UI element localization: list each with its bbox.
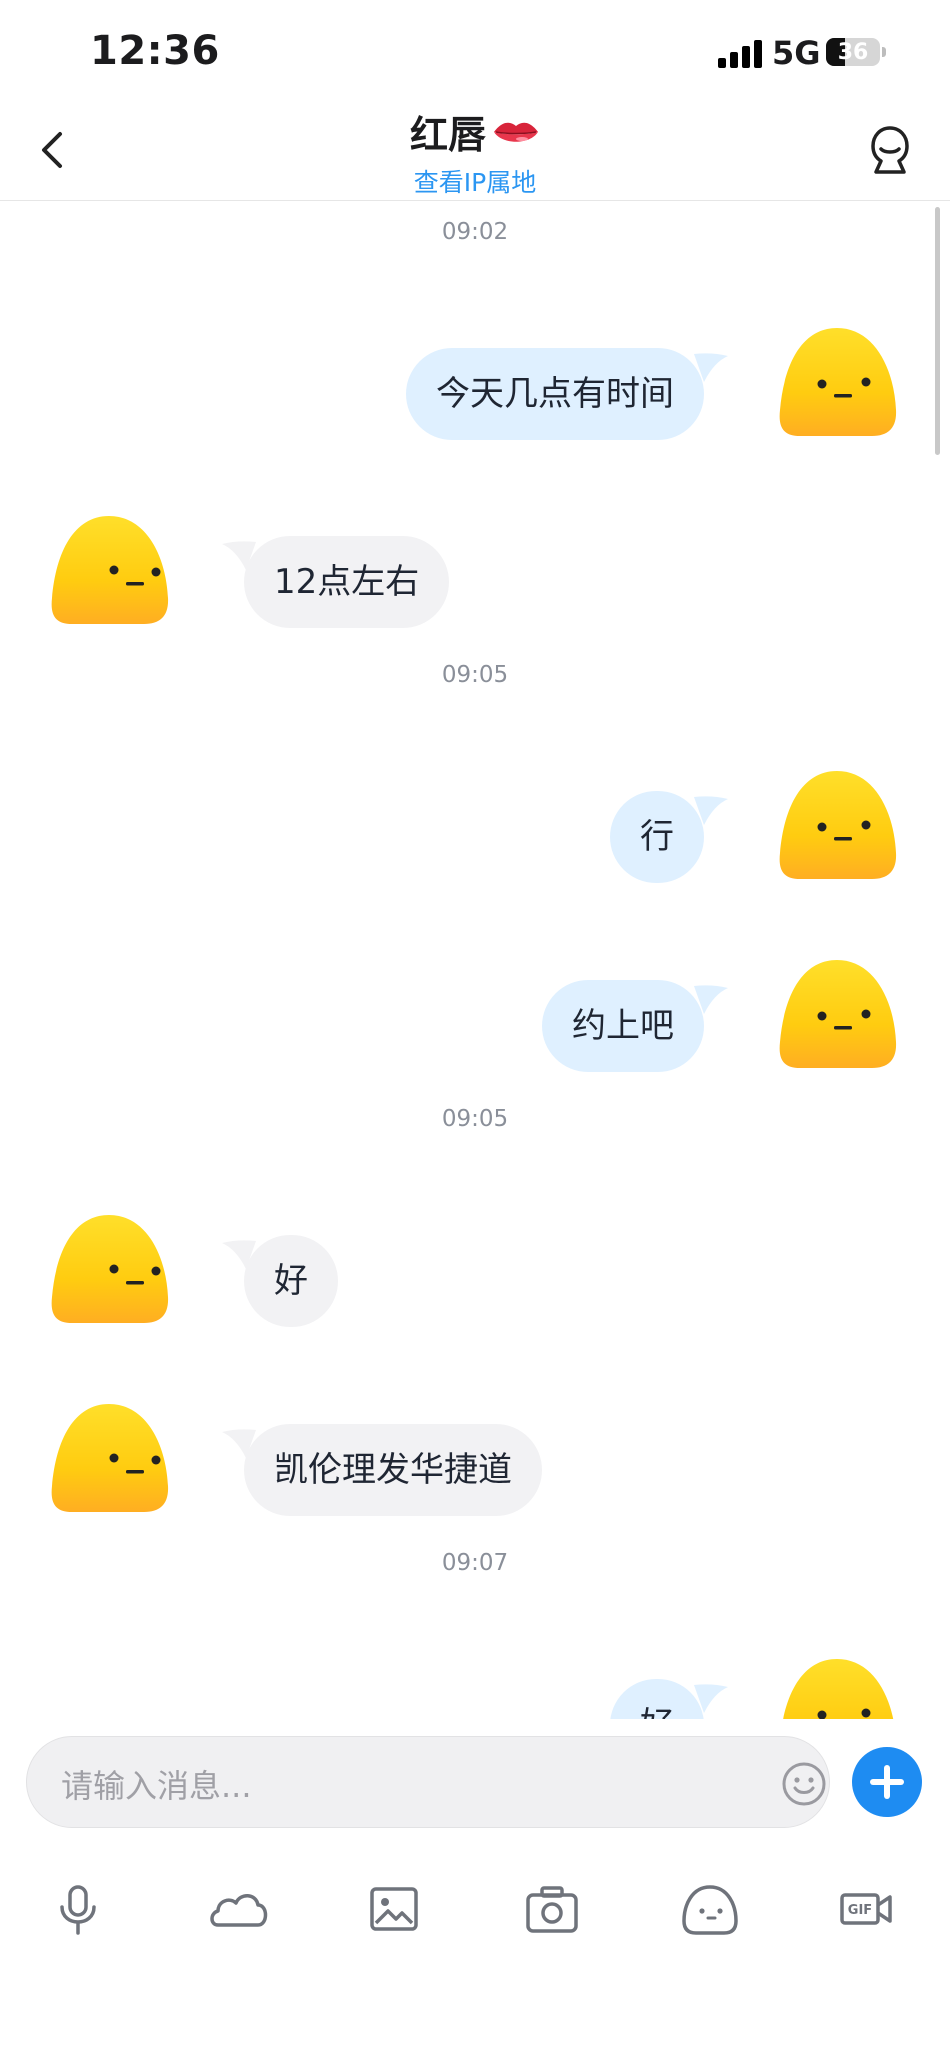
battery-icon: 36: [826, 38, 880, 66]
bubble-tail: [694, 985, 728, 1014]
message-row: 约上吧: [0, 956, 950, 1076]
avatar-contact[interactable]: [48, 1211, 170, 1327]
profile-button[interactable]: [862, 122, 918, 178]
timestamp: 09:05: [441, 662, 509, 688]
avatar-self[interactable]: [776, 1655, 898, 1719]
bubble-tail: [694, 1684, 728, 1713]
chat-area[interactable]: 09:02 今天几点有时间 12点左右 09:05 行 约上吧 09:05 好 …: [0, 201, 950, 1719]
gif-label: GIF: [848, 1903, 872, 1918]
cloud-icon[interactable]: [206, 1881, 270, 1937]
message-bubble[interactable]: 约上吧: [542, 980, 704, 1072]
user-profile-icon: [871, 126, 909, 174]
message-bubble[interactable]: 12点左右: [244, 536, 450, 628]
gif-icon[interactable]: GIF: [838, 1881, 894, 1937]
input-bar: 请输入消息...: [0, 1719, 950, 1849]
message-bubble[interactable]: 行: [610, 791, 704, 883]
plus-button[interactable]: [852, 1747, 922, 1817]
message-input[interactable]: 请输入消息...: [26, 1736, 830, 1828]
battery-tip: [882, 47, 886, 57]
status-bar: 12:36 5G 36: [0, 0, 950, 100]
timestamp: 09:02: [441, 219, 509, 245]
chat-title: 红唇: [410, 104, 540, 159]
message-row: 好: [0, 1211, 950, 1331]
camera-icon[interactable]: [522, 1881, 582, 1937]
chat-header: 红唇 查看IP属地: [0, 100, 950, 201]
message-row: 好: [0, 1655, 950, 1719]
input-placeholder: 请输入消息...: [61, 1767, 252, 1805]
network-label: 5G: [772, 34, 821, 72]
avatar-self[interactable]: [776, 767, 898, 883]
bubble-tail: [694, 353, 728, 382]
battery-percent: 36: [837, 40, 869, 65]
avatar-self[interactable]: [776, 324, 898, 440]
microphone-icon[interactable]: [48, 1881, 108, 1937]
message-row: 12点左右: [0, 512, 950, 632]
status-time: 12:36: [90, 28, 220, 74]
message-bubble[interactable]: 今天几点有时间: [406, 348, 704, 440]
avatar-contact[interactable]: [48, 512, 170, 628]
chat-title-text: 红唇: [409, 113, 486, 157]
title-block: 红唇 查看IP属地: [0, 100, 950, 199]
message-row: 今天几点有时间: [0, 324, 950, 444]
message-row: 行: [0, 767, 950, 887]
home-indicator: [335, 2028, 615, 2038]
message-bubble[interactable]: 凯伦理发华捷道: [244, 1424, 542, 1516]
lips-icon: [494, 122, 538, 142]
avatar-self[interactable]: [776, 956, 898, 1072]
timestamp: 09:05: [441, 1106, 509, 1132]
ip-location-link[interactable]: 查看IP属地: [0, 163, 950, 199]
message-row: 凯伦理发华捷道: [0, 1400, 950, 1520]
signal-icon: [718, 40, 764, 68]
timestamp: 09:07: [441, 1550, 509, 1576]
smiley-icon[interactable]: [781, 1761, 827, 1807]
image-icon[interactable]: [364, 1881, 424, 1937]
message-bubble[interactable]: 好: [244, 1235, 338, 1327]
input-toolbar: GIF: [0, 1849, 950, 1969]
sticker-icon[interactable]: [680, 1881, 740, 1937]
bubble-tail: [694, 796, 728, 825]
message-bubble[interactable]: 好: [610, 1679, 704, 1719]
avatar-contact[interactable]: [48, 1400, 170, 1516]
